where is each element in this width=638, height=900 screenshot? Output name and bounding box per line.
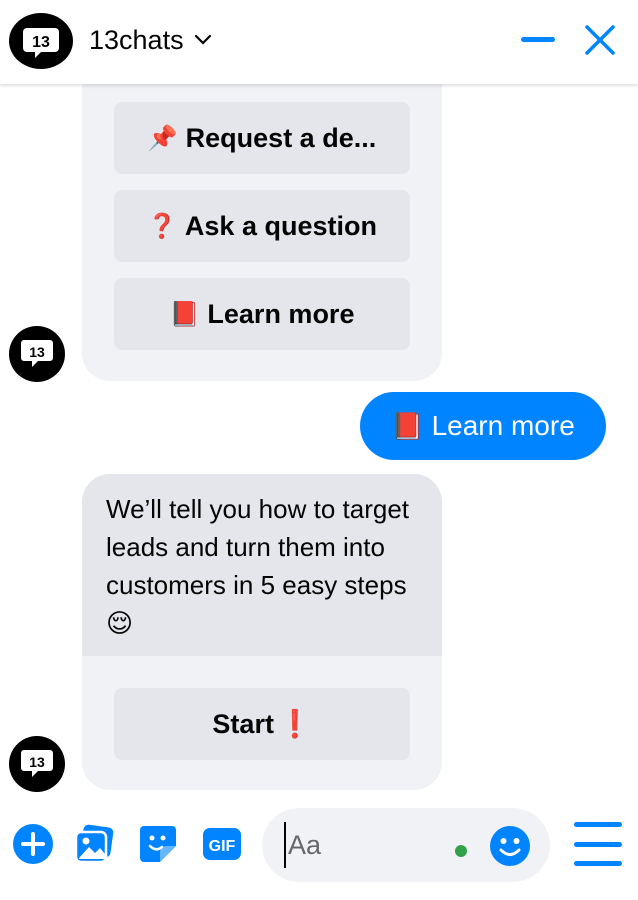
gif-button[interactable]: GIF <box>202 824 242 864</box>
user-message-text: Learn more <box>431 410 575 441</box>
bot-avatar: 13 <box>9 736 65 792</box>
pushpin-icon: 📌 <box>147 124 178 152</box>
book-icon: 📕 <box>169 300 200 328</box>
minimize-button[interactable] <box>516 20 560 60</box>
bot-message-card: We’ll tell you how to target leads and t… <box>82 474 442 790</box>
avatar-text: 13 <box>29 754 45 770</box>
logo-icon: 13 <box>9 13 73 69</box>
user-message-bubble: 📕 Learn more <box>360 392 606 460</box>
bot-message-text: We’ll tell you how to target leads and t… <box>82 474 442 656</box>
message-input-wrap <box>262 808 550 882</box>
avatar-text: 13 <box>29 344 45 360</box>
sticker-button[interactable] <box>138 824 178 864</box>
plus-circle-icon <box>13 824 53 864</box>
page-title: 13chats <box>89 24 184 55</box>
button-label: Ask a question <box>184 210 377 241</box>
bot-avatar: 13 <box>9 326 65 382</box>
request-demo-button[interactable]: 📌 Request a de... <box>114 102 410 174</box>
photo-button[interactable] <box>74 824 114 864</box>
book-icon: 📕 <box>391 410 424 441</box>
sticker-icon <box>140 826 176 862</box>
status-dot <box>455 845 467 857</box>
gif-icon: GIF <box>203 828 241 860</box>
start-button[interactable]: Start ❗ <box>114 688 410 760</box>
quick-reply-card: 📌 Request a de... ❓ Ask a question 📕 Lea… <box>82 84 442 381</box>
composer-bar: GIF <box>0 800 638 900</box>
learn-more-button[interactable]: 📕 Learn more <box>114 278 410 350</box>
ask-question-button[interactable]: ❓ Ask a question <box>114 190 410 262</box>
question-icon: ❓ <box>147 212 177 240</box>
close-button[interactable] <box>578 20 622 60</box>
message-input[interactable] <box>284 822 464 868</box>
close-icon <box>585 25 615 55</box>
exclamation-icon: ❗ <box>277 709 312 739</box>
title-dropdown[interactable]: 13chats <box>89 22 212 58</box>
start-label: Start <box>212 708 274 739</box>
minimize-icon <box>521 37 555 42</box>
menu-icon <box>574 822 622 827</box>
chevron-down-icon <box>194 34 211 45</box>
chat-area[interactable]: 📌 Request a de... ❓ Ask a question 📕 Lea… <box>0 84 638 800</box>
button-label: Learn more <box>207 298 355 329</box>
menu-button[interactable] <box>574 822 622 866</box>
svg-text:GIF: GIF <box>209 838 236 855</box>
button-label: Request a de... <box>185 122 377 153</box>
logo-text: 13 <box>32 34 50 51</box>
photo-icon <box>74 824 114 864</box>
chat-header: 13 13chats <box>0 0 638 84</box>
add-button[interactable] <box>13 824 53 864</box>
emoji-icon[interactable] <box>490 826 530 866</box>
